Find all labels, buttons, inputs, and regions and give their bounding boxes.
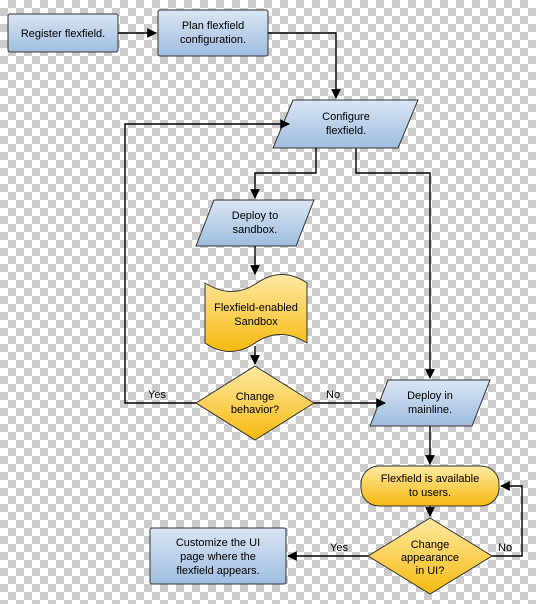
plan-label-1: Plan flexfield [182,20,244,32]
configure-label-1: Configure [322,111,370,123]
node-deploy-sandbox: Deploy to sandbox. [196,200,314,246]
flowchart: Register flexfield. Plan flexfield confi… [0,0,536,604]
node-change-behavior: Change behavior? [196,366,314,440]
edge-changebeh-yes [125,124,289,403]
edge-plan-configure [268,33,336,98]
available-label-1: Flexfield is available [381,473,479,485]
node-change-ui: Change appearance in UI? [368,518,492,594]
customize-label-3: flexfield appears. [176,565,259,577]
node-register: Register flexfield. [8,14,118,52]
sandbox-label-1: Flexfield-enabled [214,302,298,314]
edge-configure-deployml [356,148,430,378]
plan-label-2: configuration. [180,34,246,46]
node-configure: Configure flexfield. [273,100,418,148]
customize-label-1: Customize the UI [176,537,260,549]
node-available: Flexfield is available to users. [361,466,499,506]
change-ui-label-1: Change [411,539,450,551]
configure-label-2: flexfield. [326,125,366,137]
edge-label-no-2: No [498,542,512,554]
customize-label-2: page where the [180,551,256,563]
edge-label-no-1: No [326,389,340,401]
node-deploy-mainline: Deploy in mainline. [370,380,490,426]
available-label-2: to users. [409,487,451,499]
change-ui-label-2: appearance [401,552,459,564]
deploy-sb-label-2: sandbox. [233,224,278,236]
edge-configure-deploysb [255,148,316,198]
change-beh-label-2: behavior? [231,404,279,416]
node-customize: Customize the UI page where the flexfiel… [150,528,286,584]
node-plan: Plan flexfield configuration. [158,10,268,56]
change-beh-label-1: Change [236,391,275,403]
deploy-ml-label-1: Deploy in [407,390,453,402]
sandbox-label-2: Sandbox [234,316,278,328]
register-label: Register flexfield. [21,28,105,40]
change-ui-label-3: in UI? [416,565,445,577]
node-sandbox: Flexfield-enabled Sandbox [205,275,307,352]
edge-label-yes-1: Yes [148,389,166,401]
deploy-ml-label-2: mainline. [408,404,452,416]
deploy-sb-label-1: Deploy to [232,210,278,222]
edge-label-yes-2: Yes [330,542,348,554]
